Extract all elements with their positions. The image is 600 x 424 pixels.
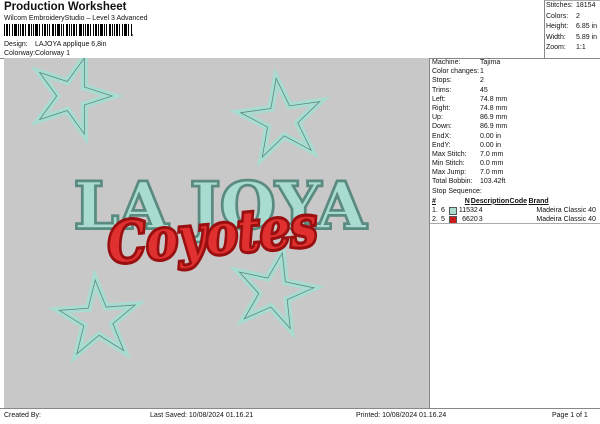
machine-info-row: Max Stitch: 7.0 mm bbox=[432, 150, 598, 159]
info-value: 0.0 mm bbox=[480, 160, 504, 168]
star-icon bbox=[26, 58, 121, 139]
machine-info-row: EndY: 0.00 in bbox=[432, 141, 598, 150]
info-value: 74.8 mm bbox=[480, 95, 508, 103]
stat-value: 18154 bbox=[576, 2, 596, 9]
row-brand: Madeira Classic 40 bbox=[536, 206, 596, 214]
stat-value: 1:1 bbox=[576, 44, 586, 51]
stat-label: Zoom: bbox=[546, 44, 566, 51]
info-label: Color changes: bbox=[432, 68, 480, 76]
col-brand: Brand bbox=[528, 197, 549, 205]
design-label: Design: bbox=[4, 41, 28, 48]
machine-info-row: Max Jump: 7.0 mm bbox=[432, 168, 598, 177]
info-value: 0.00 in bbox=[480, 141, 502, 149]
stat-label: Colors: bbox=[546, 12, 569, 20]
col-stitches: N bbox=[464, 197, 470, 205]
info-label: Left: bbox=[432, 95, 446, 103]
stat-value: 6.85 in bbox=[576, 23, 598, 30]
machine-info-row: Machine: Tajima bbox=[432, 58, 598, 67]
stat-width: Width: 5.89 in bbox=[546, 33, 600, 44]
machine-info-row: Total Bobbin: 103.42ft bbox=[432, 177, 598, 186]
info-label: Max Stitch: bbox=[432, 150, 467, 158]
barcode-suffix: , bbox=[131, 27, 134, 37]
stat-stitches: Stitches: 18154 bbox=[546, 1, 600, 12]
info-label: Min Stitch: bbox=[432, 160, 465, 168]
table-row: 1. 6 11532 4 Madeira Classic 40 bbox=[432, 206, 598, 216]
star-icon bbox=[57, 277, 138, 354]
info-label: EndY: bbox=[432, 141, 451, 149]
info-label: Machine: bbox=[432, 59, 461, 66]
col-description: Description bbox=[470, 197, 510, 205]
stat-value: 2 bbox=[576, 12, 580, 20]
stop-sequence-header: # N Description Code Brand bbox=[432, 197, 598, 206]
info-value: 1 bbox=[480, 68, 484, 76]
col-code: Code bbox=[509, 197, 528, 205]
stop-sequence-label: Stop Sequence: bbox=[432, 187, 482, 195]
last-saved: Last Saved: 10/08/2024 01.16.21 bbox=[150, 412, 254, 419]
software-name: Wilcom EmbroideryStudio – Level 3 Advanc… bbox=[4, 15, 148, 22]
stat-value: 5.89 in bbox=[576, 33, 598, 41]
colorway-label: Colorway: bbox=[4, 50, 36, 57]
machine-info-panel: Machine: Tajima Color changes: 1 Stops: 2 Trim… bbox=[432, 58, 598, 225]
top-stats: Stitches: 18154 Colors: 2 Height: 6.85 in W… bbox=[546, 1, 600, 54]
colorway-name: Colorway 1 bbox=[35, 50, 71, 57]
design-name: LAJOYA applique 6,8in bbox=[35, 41, 107, 48]
info-label: EndX: bbox=[432, 132, 452, 140]
info-value: 7.0 mm bbox=[480, 150, 504, 158]
info-label: Down: bbox=[432, 123, 452, 131]
col-color bbox=[441, 197, 451, 206]
machine-info-row: Right: 74.8 mm bbox=[432, 104, 598, 113]
stat-height: Height: 6.85 in bbox=[546, 22, 600, 33]
row-description: 4 bbox=[478, 206, 483, 214]
info-value: 86.9 mm bbox=[480, 123, 508, 131]
machine-info-row: Min Stitch: 0.0 mm bbox=[432, 159, 598, 168]
machine-info-row: Up: 86.9 mm bbox=[432, 113, 598, 122]
stop-sequence-title: Stop Sequence: bbox=[432, 187, 598, 196]
info-value: Tajima bbox=[480, 59, 501, 66]
info-value: 103.42ft bbox=[480, 178, 506, 186]
machine-info-row: EndX: 0.00 in bbox=[432, 132, 598, 141]
info-label: Up: bbox=[432, 114, 443, 122]
star-icon bbox=[237, 73, 327, 159]
info-value: 74.8 mm bbox=[480, 104, 508, 112]
info-label: Total Bobbin: bbox=[432, 178, 473, 186]
stat-zoom: Zoom: 1:1 bbox=[546, 43, 600, 54]
machine-info-row: Trims: 45 bbox=[432, 86, 598, 95]
info-label: Stops: bbox=[432, 77, 452, 85]
stat-label: Stitches: bbox=[546, 2, 573, 9]
page-title: Production Worksheet bbox=[4, 1, 127, 13]
design-preview-canvas: LA JOYA LA JOYA Coyotes Coyotes bbox=[4, 58, 429, 408]
info-label: Right: bbox=[432, 104, 451, 112]
page-number: Page 1 of 1 bbox=[552, 412, 588, 419]
info-value: 7.0 mm bbox=[480, 169, 504, 177]
row-code bbox=[518, 206, 537, 216]
row-stop: 6 bbox=[440, 206, 445, 214]
barcode bbox=[4, 24, 132, 36]
machine-info-row: Color changes: 1 bbox=[432, 67, 598, 76]
info-value: 86.9 mm bbox=[480, 114, 508, 122]
row-num: 1. bbox=[432, 206, 438, 214]
row-stitches: 11532 bbox=[458, 206, 478, 214]
stat-colors: Colors: 2 bbox=[546, 12, 600, 23]
machine-info-row: Left: 74.8 mm bbox=[432, 95, 598, 104]
stat-label: Width: bbox=[546, 33, 566, 41]
design-artwork: LA JOYA LA JOYA Coyotes Coyotes bbox=[4, 58, 369, 408]
info-label: Trims: bbox=[432, 86, 452, 94]
col-num: # bbox=[432, 197, 436, 205]
created-by: Created By: bbox=[4, 412, 41, 419]
color-swatch bbox=[448, 206, 459, 216]
info-value: 2 bbox=[480, 77, 484, 85]
machine-info-row: Down: 86.9 mm bbox=[432, 122, 598, 131]
info-value: 45 bbox=[480, 86, 488, 94]
printed-date: Printed: 10/08/2024 01.16.24 bbox=[356, 412, 447, 419]
machine-info-row: Stops: 2 bbox=[432, 76, 598, 85]
info-label: Max Jump: bbox=[432, 169, 467, 177]
info-value: 0.00 in bbox=[480, 132, 502, 140]
stat-label: Height: bbox=[546, 23, 569, 30]
